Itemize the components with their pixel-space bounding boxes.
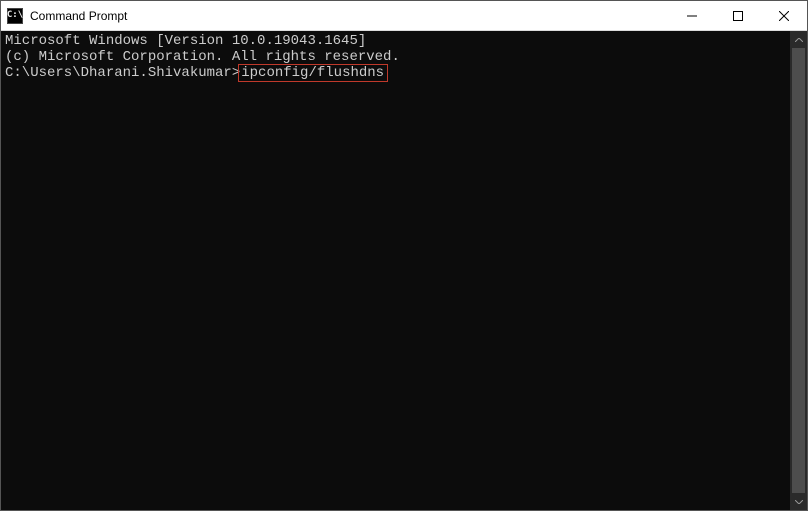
scroll-up-button[interactable] <box>790 31 807 48</box>
prompt-line: C:\Users\Dharani.Shivakumar>ipconfig/flu… <box>5 65 790 81</box>
client-area: Microsoft Windows [Version 10.0.19043.16… <box>1 31 807 510</box>
maximize-icon <box>733 11 743 21</box>
scrollbar-thumb[interactable] <box>792 48 805 493</box>
chevron-up-icon <box>795 38 803 42</box>
version-line: Microsoft Windows [Version 10.0.19043.16… <box>5 33 790 49</box>
scrollbar-track[interactable] <box>790 48 807 493</box>
chevron-down-icon <box>795 500 803 504</box>
copyright-line: (c) Microsoft Corporation. All rights re… <box>5 49 790 65</box>
minimize-icon <box>687 11 697 21</box>
titlebar[interactable]: C:\ Command Prompt <box>1 1 807 31</box>
maximize-button[interactable] <box>715 1 761 30</box>
window-title: Command Prompt <box>30 9 669 23</box>
vertical-scrollbar[interactable] <box>790 31 807 510</box>
close-icon <box>779 11 789 21</box>
terminal-output[interactable]: Microsoft Windows [Version 10.0.19043.16… <box>1 31 790 510</box>
minimize-button[interactable] <box>669 1 715 30</box>
app-icon: C:\ <box>7 8 23 24</box>
prompt-text: C:\Users\Dharani.Shivakumar> <box>5 65 240 81</box>
command-input[interactable]: ipconfig/flushdns <box>238 64 388 82</box>
scroll-down-button[interactable] <box>790 493 807 510</box>
window-controls <box>669 1 807 30</box>
command-prompt-window: C:\ Command Prompt Microsoft Windows [Ve… <box>0 0 808 511</box>
close-button[interactable] <box>761 1 807 30</box>
